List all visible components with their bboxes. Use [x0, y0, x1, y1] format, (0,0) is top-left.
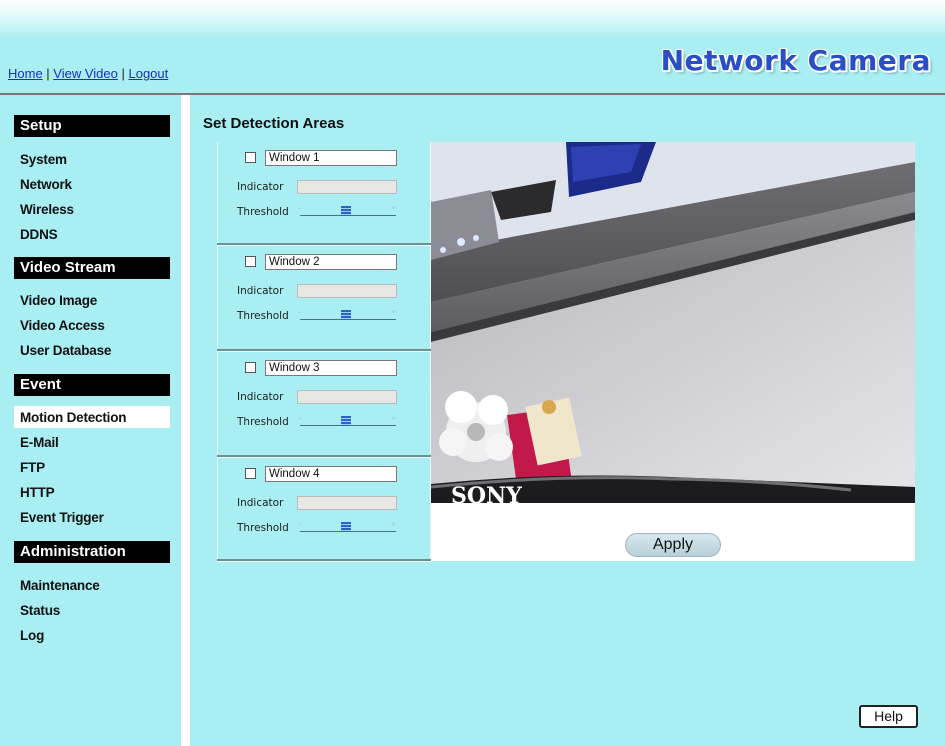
section-header-administration: Administration — [14, 541, 170, 563]
window-1-indicator-bar — [297, 180, 397, 194]
window-4-checkbox[interactable] — [245, 468, 256, 479]
slider-minus-icon: - — [298, 203, 301, 213]
camera-preview[interactable]: SONY — [431, 142, 915, 503]
camera-brand-text: SONY — [451, 483, 522, 503]
indicator-label: Indicator — [237, 391, 284, 403]
threshold-label: Threshold — [237, 206, 289, 218]
detection-windows-panel: Window 1 Indicator Threshold - + Window … — [217, 142, 431, 562]
window-4-slider-thumb[interactable] — [341, 522, 351, 532]
sidebar-item-video-access[interactable]: Video Access — [20, 318, 105, 333]
sidebar-item-network[interactable]: Network — [20, 177, 72, 192]
top-nav-links: Home | View Video | Logout — [8, 66, 168, 81]
window-3-slider-thumb[interactable] — [341, 416, 351, 426]
sidebar-item-maintenance[interactable]: Maintenance — [20, 578, 100, 593]
sidebar-item-system[interactable]: System — [20, 152, 67, 167]
section-header-setup: Setup — [14, 115, 170, 137]
section-header-video-stream: Video Stream — [14, 257, 170, 279]
window-1-name-input[interactable]: Window 1 — [265, 150, 397, 166]
detection-window-3: Window 3 Indicator Threshold - + — [217, 352, 431, 454]
header-bar: Home | View Video | Logout Network Camer… — [0, 0, 945, 93]
link-separator: | — [117, 66, 129, 81]
window-2-name-input[interactable]: Window 2 — [265, 254, 397, 270]
window-divider — [217, 559, 431, 562]
window-4-indicator-bar — [297, 496, 397, 510]
detection-window-2: Window 2 Indicator Threshold - + — [217, 246, 431, 348]
sidebar-item-http[interactable]: HTTP — [20, 485, 55, 500]
indicator-label: Indicator — [237, 285, 284, 297]
slider-plus-icon: + — [391, 519, 397, 529]
page-title: Set Detection Areas — [203, 115, 345, 132]
sidebar-item-wireless[interactable]: Wireless — [20, 202, 74, 217]
sidebar-divider — [181, 95, 190, 746]
window-1-slider-thumb[interactable] — [341, 206, 351, 216]
sidebar-item-ftp[interactable]: FTP — [20, 460, 45, 475]
logout-link[interactable]: Logout — [128, 66, 168, 81]
window-2-checkbox[interactable] — [245, 256, 256, 267]
view-video-link[interactable]: View Video — [53, 66, 118, 81]
sidebar-item-ddns[interactable]: DDNS — [20, 227, 58, 242]
window-3-checkbox[interactable] — [245, 362, 256, 373]
help-button[interactable]: Help — [859, 705, 918, 728]
brand-title: Network Camera — [660, 44, 931, 77]
section-header-event: Event — [14, 374, 170, 396]
threshold-label: Threshold — [237, 522, 289, 534]
sidebar-item-event-trigger[interactable]: Event Trigger — [20, 510, 104, 525]
slider-plus-icon: + — [391, 413, 397, 423]
window-3-indicator-bar — [297, 390, 397, 404]
indicator-label: Indicator — [237, 181, 284, 193]
sidebar-item-status[interactable]: Status — [20, 603, 60, 618]
slider-minus-icon: - — [298, 307, 301, 317]
sidebar-item-e-mail[interactable]: E-Mail — [20, 435, 59, 450]
sidebar-item-motion-detection[interactable]: Motion Detection — [20, 410, 126, 425]
window-2-slider-thumb[interactable] — [341, 310, 351, 320]
camera-scene-image: SONY — [431, 142, 915, 503]
slider-plus-icon: + — [391, 307, 397, 317]
paper-cutout-flower — [439, 391, 513, 462]
apply-button[interactable]: Apply — [625, 533, 721, 557]
apply-area: Apply — [431, 503, 915, 561]
detection-window-1: Window 1 Indicator Threshold - + — [217, 142, 431, 244]
sidebar-item-video-image[interactable]: Video Image — [20, 293, 97, 308]
slider-minus-icon: - — [298, 519, 301, 529]
sidebar: Setup System Network Wireless DDNS Video… — [0, 95, 181, 746]
link-separator: | — [42, 66, 54, 81]
sidebar-item-log[interactable]: Log — [20, 628, 44, 643]
threshold-label: Threshold — [237, 310, 289, 322]
window-3-name-input[interactable]: Window 3 — [265, 360, 397, 376]
window-4-name-input[interactable]: Window 4 — [265, 466, 397, 482]
home-link[interactable]: Home — [8, 66, 43, 81]
indicator-label: Indicator — [237, 497, 284, 509]
threshold-label: Threshold — [237, 416, 289, 428]
slider-minus-icon: - — [298, 413, 301, 423]
window-2-indicator-bar — [297, 284, 397, 298]
slider-plus-icon: + — [391, 203, 397, 213]
sidebar-item-user-database[interactable]: User Database — [20, 343, 111, 358]
detection-window-4: Window 4 Indicator Threshold - + — [217, 458, 431, 560]
window-1-checkbox[interactable] — [245, 152, 256, 163]
